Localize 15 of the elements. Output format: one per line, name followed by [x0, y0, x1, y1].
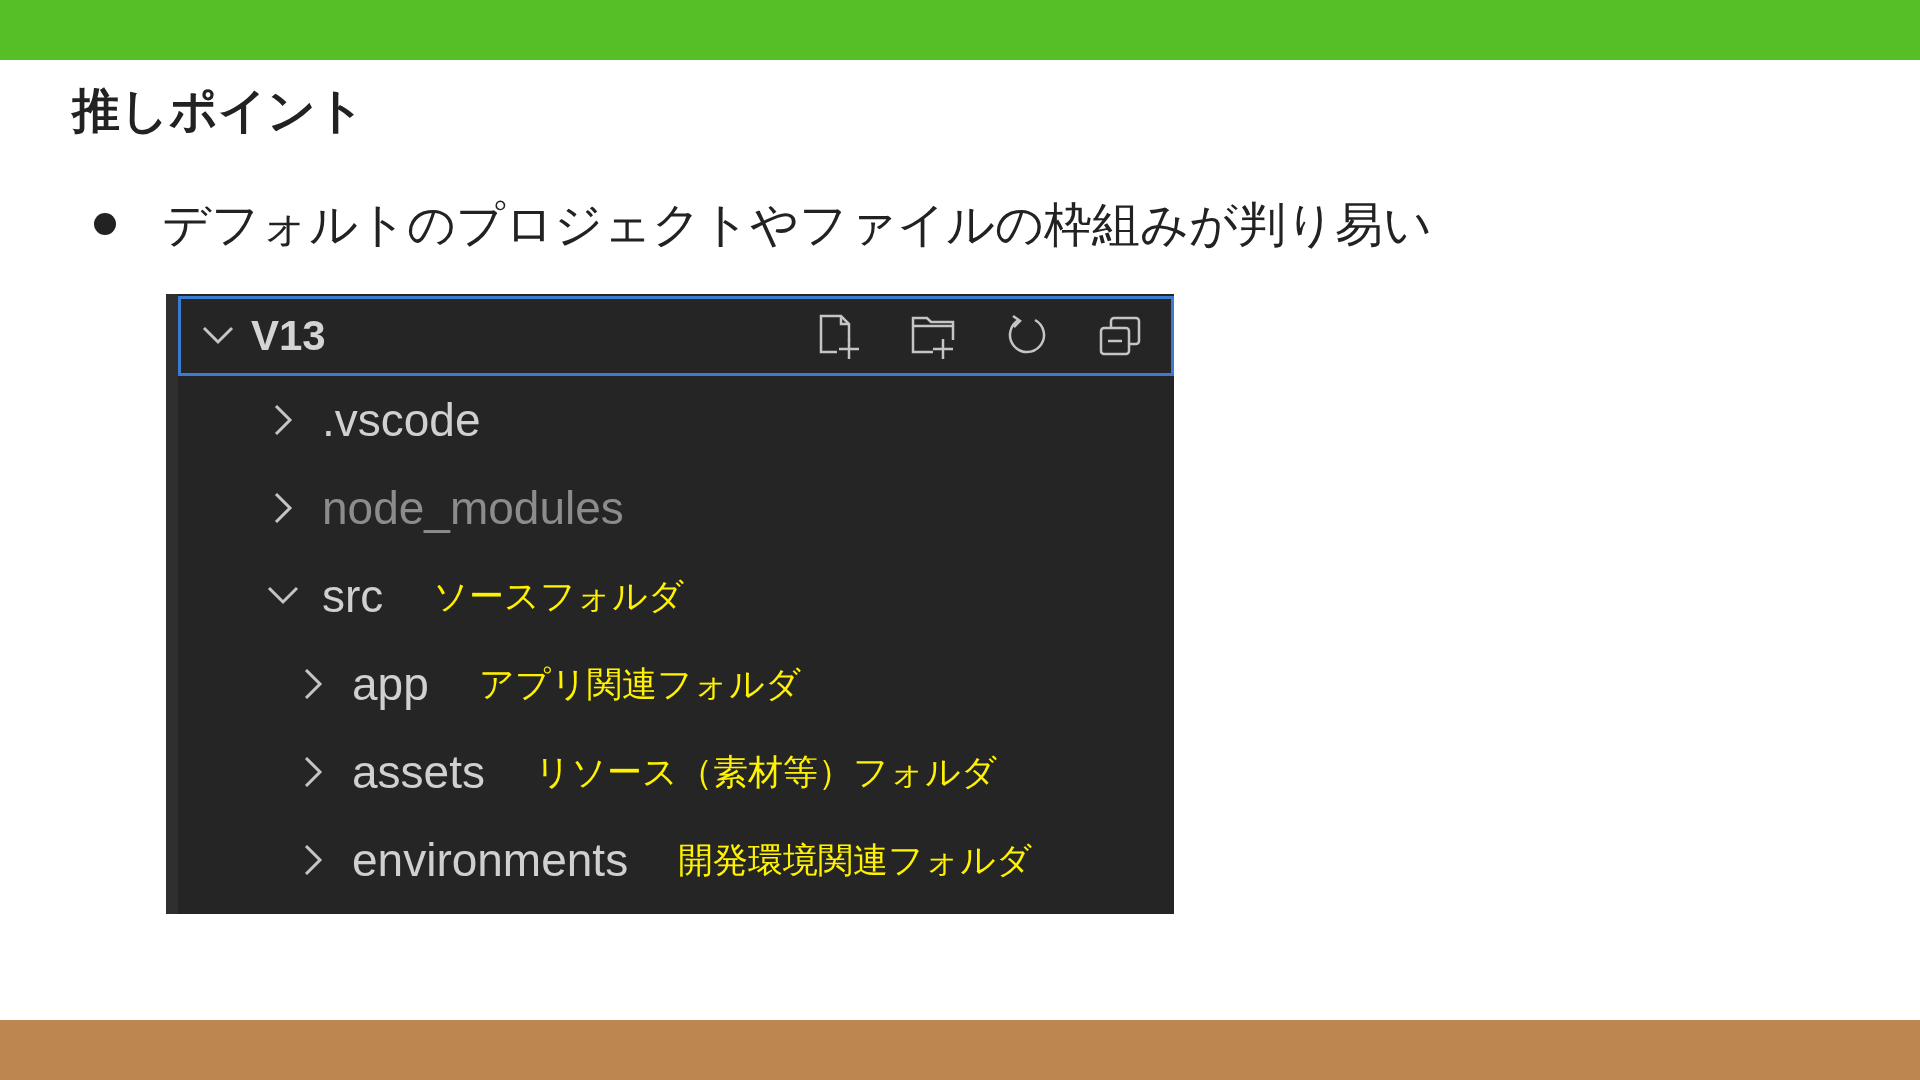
folder-name[interactable]: assets [352, 745, 485, 799]
explorer-header[interactable]: V13 [178, 296, 1174, 376]
annotation-text: 開発環境関連フォルダ [678, 838, 1033, 882]
slide-title: 推しポイント [72, 81, 365, 140]
annotation-text: リソース（素材等）フォルダ [534, 750, 997, 794]
folder-name[interactable]: .vscode [322, 393, 481, 447]
folder-name[interactable]: environments [352, 833, 629, 887]
annotation-text: アプリ関連フォルダ [478, 662, 801, 706]
folder-name[interactable]: node_modules [322, 481, 624, 535]
bullet-text: デフォルトのプロジェクトやファイルの枠組みが判り易い [162, 195, 1432, 254]
bullet-icon [94, 213, 116, 235]
annotation-text: ソースフォルダ [433, 574, 685, 618]
folder-name[interactable]: app [352, 657, 429, 711]
folder-name: V13 [251, 312, 326, 360]
folder-name[interactable]: src [322, 569, 384, 623]
